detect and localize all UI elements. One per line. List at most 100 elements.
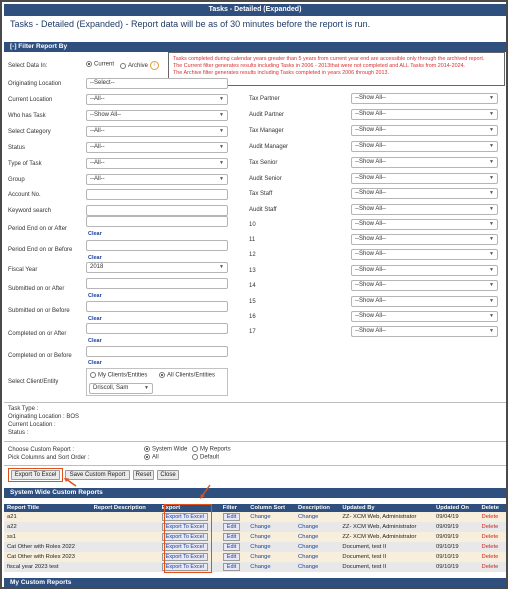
edit-filter-button[interactable]: Edit: [222, 533, 241, 541]
change-description-link[interactable]: Change: [298, 564, 318, 570]
reset-button[interactable]: Reset: [133, 470, 154, 480]
period-end-after-input[interactable]: [86, 216, 228, 227]
chevron-down-icon: ▼: [144, 385, 149, 391]
delete-cell: Delete: [478, 522, 506, 532]
completed-before-input[interactable]: [86, 346, 228, 357]
change-sort-link[interactable]: Change: [250, 524, 270, 530]
delete-link[interactable]: Delete: [482, 544, 499, 550]
select-category-select[interactable]: --All-- ▼: [86, 126, 228, 137]
role-filter-select[interactable]: --Show All-- ▼: [351, 280, 498, 291]
filter-section-toggle[interactable]: [-] Filter Report By: [4, 42, 506, 52]
role-filter-value: --Show All--: [355, 159, 387, 165]
role-filter-select[interactable]: --Show All-- ▼: [351, 311, 498, 322]
edit-filter-button[interactable]: Edit: [222, 513, 241, 521]
delete-link[interactable]: Delete: [482, 564, 499, 570]
edit-filter-button[interactable]: Edit: [222, 543, 241, 551]
all-clients-radio[interactable]: [159, 372, 165, 378]
period-end-after-clear-link[interactable]: Clear: [88, 231, 102, 237]
column-header[interactable]: Column Sort: [247, 504, 296, 512]
submitted-after-clear-link[interactable]: Clear: [88, 293, 102, 299]
system-wide-radio[interactable]: [144, 446, 150, 452]
client-entity-select[interactable]: Driscoll, Sam ▼: [89, 383, 153, 394]
period-end-before-clear-link[interactable]: Clear: [88, 255, 102, 261]
role-filter-select[interactable]: --Show All-- ▼: [351, 157, 498, 168]
delete-link[interactable]: Delete: [482, 554, 499, 560]
column-header[interactable]: Updated By: [339, 504, 434, 512]
info-icon[interactable]: i: [149, 61, 159, 70]
who-has-task-select[interactable]: --Show All-- ▼: [86, 110, 228, 121]
archive-radio[interactable]: [120, 62, 126, 69]
keyword-search-input[interactable]: [86, 205, 228, 216]
originating-location-select[interactable]: --Select--: [86, 78, 228, 89]
completed-before-clear-link[interactable]: Clear: [88, 360, 102, 366]
role-filter-select[interactable]: --Show All-- ▼: [351, 109, 498, 120]
default-columns-option[interactable]: Default: [192, 454, 219, 461]
role-filter-select[interactable]: --Show All-- ▼: [351, 204, 498, 215]
role-filter-select[interactable]: --Show All-- ▼: [351, 249, 498, 260]
column-header[interactable]: Updated On: [433, 504, 479, 512]
completed-after-input[interactable]: [86, 323, 228, 334]
period-end-before-input[interactable]: [86, 240, 228, 251]
change-sort-link[interactable]: Change: [250, 514, 270, 520]
submitted-before-clear-link[interactable]: Clear: [88, 316, 102, 322]
fiscal-year-select[interactable]: 2018 ▼: [86, 262, 228, 273]
role-filter-select[interactable]: --Show All-- ▼: [351, 188, 498, 199]
current-radio-option[interactable]: Current: [86, 61, 114, 68]
submitted-after-input[interactable]: [86, 278, 228, 289]
group-select[interactable]: --All-- ▼: [86, 174, 228, 185]
change-description-link[interactable]: Change: [298, 544, 318, 550]
my-reports-option[interactable]: My Reports: [192, 446, 231, 453]
change-sort-link[interactable]: Change: [250, 564, 270, 570]
my-clients-radio[interactable]: [90, 372, 96, 378]
all-clients-option[interactable]: All Clients/Entities: [159, 372, 215, 379]
edit-filter-button[interactable]: Edit: [222, 553, 241, 561]
delete-link[interactable]: Delete: [482, 524, 499, 530]
account-no-input[interactable]: [86, 189, 228, 200]
role-filter-select[interactable]: --Show All-- ▼: [351, 125, 498, 136]
export-to-excel-button[interactable]: Export To Excel: [11, 470, 60, 480]
role-filter-select[interactable]: --Show All-- ▼: [351, 219, 498, 230]
role-filter-select[interactable]: --Show All-- ▼: [351, 141, 498, 152]
delete-link[interactable]: Delete: [482, 534, 499, 540]
change-sort-link[interactable]: Change: [250, 534, 270, 540]
status-select[interactable]: --All-- ▼: [86, 142, 228, 153]
role-filter-value: --Show All--: [355, 328, 387, 334]
current-radio[interactable]: [86, 61, 92, 67]
column-header[interactable]: Delete: [478, 504, 506, 512]
role-filter-select[interactable]: --Show All-- ▼: [351, 265, 498, 276]
current-location-select[interactable]: --All-- ▼: [86, 94, 228, 105]
delete-link[interactable]: Delete: [482, 514, 499, 520]
role-filter-select[interactable]: --Show All-- ▼: [351, 173, 498, 184]
submitted-before-input[interactable]: [86, 301, 228, 312]
client-entity-value: Driscoll, Sam: [93, 385, 129, 391]
type-of-task-select[interactable]: --All-- ▼: [86, 158, 228, 169]
change-sort-link[interactable]: Change: [250, 554, 270, 560]
close-button[interactable]: Close: [157, 470, 179, 480]
change-description-link[interactable]: Change: [298, 534, 318, 540]
change-description-link[interactable]: Change: [298, 524, 318, 530]
current-radio-label: Current: [94, 61, 115, 68]
role-filter-label: 11: [249, 237, 256, 243]
role-filter-select[interactable]: --Show All-- ▼: [351, 296, 498, 307]
my-reports-radio[interactable]: [192, 446, 198, 452]
role-filter-select[interactable]: --Show All-- ▼: [351, 234, 498, 245]
my-clients-option[interactable]: My Clients/Entities: [90, 372, 147, 379]
completed-after-clear-link[interactable]: Clear: [88, 338, 102, 344]
change-description-link[interactable]: Change: [298, 554, 318, 560]
column-header[interactable]: Description: [295, 504, 340, 512]
column-header[interactable]: Filter: [219, 504, 248, 512]
column-header[interactable]: Report Description: [90, 504, 159, 512]
role-filter-select[interactable]: --Show All-- ▼: [351, 93, 498, 104]
change-description-link[interactable]: Change: [298, 514, 318, 520]
column-header[interactable]: Report Title: [4, 504, 91, 512]
default-columns-radio[interactable]: [192, 454, 198, 460]
all-columns-option[interactable]: All: [144, 454, 159, 461]
system-wide-option[interactable]: System Wide: [144, 446, 187, 453]
archive-radio-option[interactable]: Archive i: [120, 61, 159, 70]
edit-filter-button[interactable]: Edit: [222, 523, 241, 531]
edit-filter-button[interactable]: Edit: [222, 563, 241, 571]
submitted-after-label: Submitted on or After: [8, 286, 65, 292]
change-sort-link[interactable]: Change: [250, 544, 270, 550]
role-filter-select[interactable]: --Show All-- ▼: [351, 326, 498, 337]
all-columns-radio[interactable]: [144, 454, 150, 460]
